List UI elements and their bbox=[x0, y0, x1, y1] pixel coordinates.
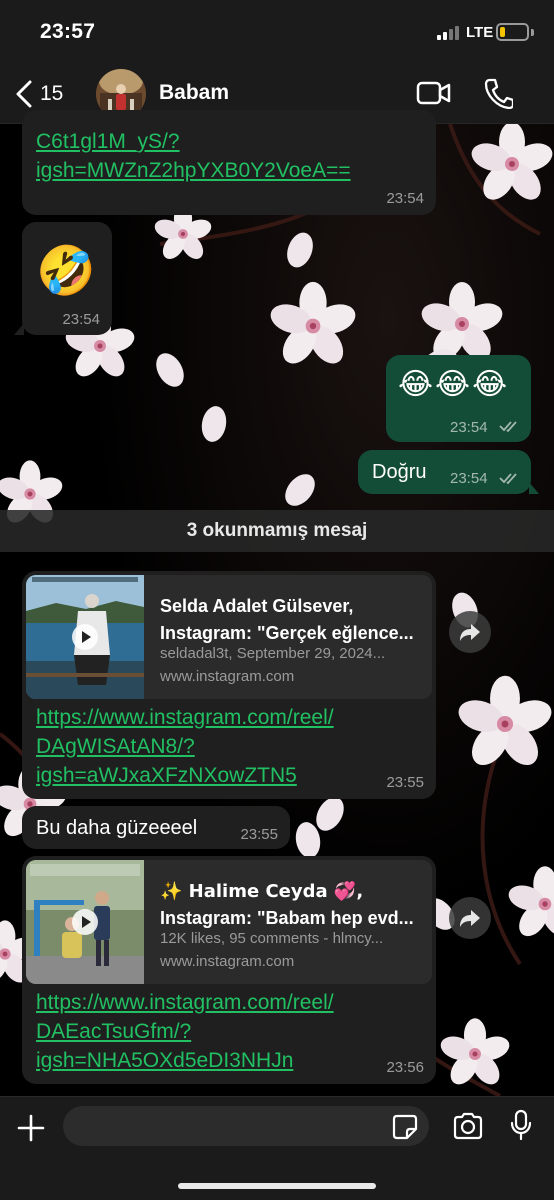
message-bubble-outgoing[interactable]: 😂😂😂 23:54 bbox=[386, 355, 531, 442]
status-time: 23:57 bbox=[40, 20, 96, 43]
battery-level bbox=[500, 27, 505, 37]
forward-button[interactable] bbox=[449, 611, 491, 653]
cellular-signal-icon bbox=[437, 26, 463, 40]
forward-button[interactable] bbox=[449, 897, 491, 939]
double-check-icon bbox=[499, 473, 517, 485]
chevron-left-icon bbox=[16, 80, 32, 108]
contact-name[interactable]: Babam bbox=[159, 81, 229, 105]
video-call-button[interactable] bbox=[416, 78, 452, 113]
message-emoji: 🤣 bbox=[36, 243, 96, 299]
play-icon bbox=[72, 624, 98, 650]
back-button[interactable]: 15 bbox=[14, 78, 63, 110]
preview-thumbnail bbox=[26, 860, 144, 984]
link-line[interactable]: igsh=aWJxaXFzNXowZTN5 bbox=[36, 761, 334, 790]
status-bar: 23:57 LTE bbox=[0, 0, 554, 64]
message-input[interactable] bbox=[63, 1106, 429, 1146]
preview-title-line: Instagram: "Gerçek eğlence... bbox=[160, 623, 414, 643]
link-line[interactable]: igsh=MWZnZ2hpYXB0Y2VoeA== bbox=[36, 156, 351, 185]
unread-messages-banner: 3 okunmamış mesaj bbox=[0, 510, 554, 552]
preview-domain: www.instagram.com bbox=[160, 668, 295, 685]
bubble-tail bbox=[14, 323, 24, 335]
link-line[interactable]: DAEacTsuGfm/? bbox=[36, 1017, 334, 1046]
attach-button[interactable] bbox=[16, 1113, 46, 1148]
message-bubble-incoming[interactable]: C6t1gl1M_yS/? igsh=MWZnZ2hpYXB0Y2VoeA== … bbox=[22, 110, 436, 215]
sticker-button[interactable] bbox=[392, 1114, 418, 1145]
preview-title-line: Selda Adalet Gülsever, bbox=[160, 596, 354, 616]
message-text: Doğru bbox=[372, 461, 427, 483]
link-line[interactable]: https://www.instagram.com/reel/ bbox=[36, 703, 334, 732]
unread-chats-count: 15 bbox=[40, 82, 64, 105]
message-text: Bu daha güzeeeel bbox=[36, 817, 198, 839]
message-bubble-outgoing[interactable]: Doğru 23:54 bbox=[358, 450, 531, 494]
message-link[interactable]: https://www.instagram.com/reel/ DAgWISAt… bbox=[36, 703, 334, 790]
link-preview-card[interactable]: ✨ Halime Ceyda 💞, Instagram: "Babam hep … bbox=[26, 860, 432, 984]
forward-icon bbox=[460, 910, 480, 927]
play-icon bbox=[72, 909, 98, 935]
plus-icon bbox=[17, 1114, 45, 1142]
message-emoji: 😂😂😂 bbox=[398, 367, 510, 402]
preview-title: Selda Adalet Gülsever, Instagram: "Gerçe… bbox=[160, 593, 422, 647]
network-type: LTE bbox=[466, 24, 494, 41]
message-link[interactable]: C6t1gl1M_yS/? igsh=MWZnZ2hpYXB0Y2VoeA== bbox=[36, 127, 351, 185]
message-time: 23:54 bbox=[450, 419, 488, 436]
preview-title: ✨ Halime Ceyda 💞, Instagram: "Babam hep … bbox=[160, 878, 422, 932]
home-indicator[interactable] bbox=[178, 1183, 376, 1189]
message-time: 23:54 bbox=[450, 470, 488, 487]
preview-title-line: ✨ Halime Ceyda 💞, bbox=[160, 881, 364, 902]
double-check-icon bbox=[499, 421, 517, 433]
voice-call-button[interactable] bbox=[483, 77, 515, 114]
bubble-tail bbox=[529, 482, 539, 494]
link-line[interactable]: https://www.instagram.com/reel/ bbox=[36, 988, 334, 1017]
message-time: 23:55 bbox=[386, 774, 424, 791]
link-line[interactable]: igsh=NHA5OXd5eDI3NHJn bbox=[36, 1046, 334, 1075]
forward-icon bbox=[460, 624, 480, 641]
message-bubble-incoming[interactable]: Selda Adalet Gülsever, Instagram: "Gerçe… bbox=[22, 571, 436, 799]
camera-icon bbox=[453, 1112, 483, 1140]
message-bubble-incoming[interactable]: 🤣 23:54 bbox=[22, 222, 112, 335]
message-time: 23:55 bbox=[240, 826, 278, 843]
message-time: 23:54 bbox=[386, 190, 424, 207]
message-time: 23:56 bbox=[386, 1059, 424, 1076]
link-line[interactable]: C6t1gl1M_yS/? bbox=[36, 127, 351, 156]
phone-icon bbox=[484, 78, 515, 110]
microphone-icon bbox=[510, 1109, 532, 1141]
message-bubble-incoming[interactable]: Bu daha güzeeeel 23:55 bbox=[22, 806, 290, 849]
camera-button[interactable] bbox=[452, 1112, 484, 1145]
sticker-icon bbox=[392, 1114, 418, 1140]
message-composer bbox=[0, 1096, 554, 1200]
preview-meta: seldadal3t, September 29, 2024... bbox=[160, 645, 386, 662]
message-link[interactable]: https://www.instagram.com/reel/ DAEacTsu… bbox=[36, 988, 334, 1075]
preview-domain: www.instagram.com bbox=[160, 953, 295, 970]
message-time: 23:54 bbox=[62, 311, 100, 328]
link-preview-card[interactable]: Selda Adalet Gülsever, Instagram: "Gerçe… bbox=[26, 575, 432, 699]
battery-icon bbox=[496, 23, 529, 41]
link-line[interactable]: DAgWISAtAN8/? bbox=[36, 732, 334, 761]
video-camera-icon bbox=[416, 81, 451, 105]
battery-tip bbox=[531, 29, 534, 36]
preview-title-line: Instagram: "Babam hep evd... bbox=[160, 908, 414, 928]
voice-message-button[interactable] bbox=[510, 1109, 532, 1146]
preview-thumbnail bbox=[26, 575, 144, 699]
message-bubble-incoming[interactable]: ✨ Halime Ceyda 💞, Instagram: "Babam hep … bbox=[22, 856, 436, 1084]
preview-meta: 12K likes, 95 comments - hlmcy... bbox=[160, 930, 384, 947]
